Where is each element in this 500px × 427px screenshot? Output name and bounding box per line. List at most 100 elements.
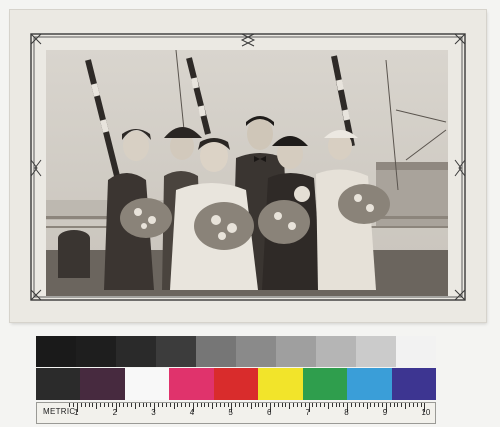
ruler-tick [331, 403, 333, 407]
ruler-tick [254, 403, 256, 407]
ruler-tick [142, 403, 144, 407]
ruler-tick [266, 403, 268, 407]
ruler-tick [73, 403, 75, 407]
color-patch [169, 368, 214, 400]
photograph [46, 50, 448, 296]
ruler-tick [138, 403, 140, 407]
ruler-tick [246, 403, 248, 407]
ruler-tick [215, 403, 217, 407]
ruler-tick [242, 403, 244, 407]
ruler-tick [131, 403, 133, 407]
ruler-tick [273, 403, 275, 407]
ruler-tick [397, 403, 399, 407]
color-patch [80, 368, 125, 400]
ruler-tick [235, 403, 237, 407]
ruler-tick [335, 403, 337, 407]
ruler-tick [84, 403, 86, 407]
ruler-tick [100, 403, 102, 407]
ruler-tick [351, 403, 353, 407]
ruler-tick [343, 403, 345, 407]
ruler-tick [297, 403, 299, 407]
ruler-tick [111, 403, 113, 407]
color-patch [391, 368, 436, 400]
ruler-tick [107, 403, 109, 407]
ruler-tick [393, 403, 395, 407]
ruler-tick [104, 403, 106, 407]
ruler-tick [300, 403, 302, 407]
ruler-tick [374, 403, 376, 407]
ruler-tick [212, 403, 214, 409]
ruler-tick [146, 403, 148, 407]
ruler-tick [320, 403, 322, 407]
ruler-tick [281, 403, 283, 407]
ruler-tick [258, 403, 260, 407]
gray-patch [36, 336, 76, 367]
color-patch [258, 368, 303, 400]
color-patch [213, 368, 259, 400]
ruler-tick [169, 403, 171, 407]
gray-patch [156, 336, 196, 367]
ruler-tick [80, 403, 82, 407]
gray-patch [76, 336, 116, 367]
ruler-tick [412, 403, 414, 407]
ruler-number: 2 [112, 408, 118, 417]
ruler-tick [200, 403, 202, 407]
color-patch [347, 368, 392, 400]
grayscale-patch-row [36, 336, 436, 367]
ruler-tick [161, 403, 163, 407]
ruler-tick [416, 403, 418, 407]
ruler-number: 7 [305, 408, 311, 417]
gray-patch [196, 336, 236, 367]
ruler-tick [165, 403, 167, 407]
color-patch-row [36, 368, 436, 400]
ruler-tick [293, 403, 295, 407]
color-patch [36, 368, 81, 400]
ruler-number: 9 [382, 408, 388, 417]
gray-patch [276, 336, 316, 367]
ruler-tick [223, 403, 225, 407]
ruler-tick [158, 403, 160, 407]
ruler-tick [327, 403, 329, 409]
ruler-tick [324, 403, 326, 407]
ruler-tick [208, 403, 210, 407]
ruler-tick [92, 403, 94, 407]
gray-patch [316, 336, 356, 367]
ruler-tick [181, 403, 183, 407]
ruler-tick [358, 403, 360, 407]
ruler-tick [188, 403, 190, 407]
metric-ruler: METRIC 1 2 3 4 5 6 7 8 9 10 [36, 402, 436, 424]
ruler-tick [381, 403, 383, 407]
ruler-tick [173, 403, 175, 409]
color-patch [124, 368, 170, 400]
ruler-tick [123, 403, 125, 407]
ruler-tick [196, 403, 198, 407]
ruler-tick [366, 403, 368, 409]
ruler-tick [204, 403, 206, 407]
ruler-tick [227, 403, 229, 407]
ruler-tick [150, 403, 152, 407]
ruler-tick [304, 403, 306, 407]
ruler-tick [127, 403, 129, 407]
color-patch [302, 368, 348, 400]
ruler-number: 8 [344, 408, 349, 417]
ruler-number: 10 [421, 408, 431, 417]
ruler-tick [316, 403, 318, 407]
ruler-tick [88, 403, 90, 407]
ruler-tick [401, 403, 403, 407]
ruler-tick [262, 403, 264, 407]
ruler-tick [119, 403, 121, 407]
ruler-tick [219, 403, 221, 407]
gray-patch [236, 336, 276, 367]
ruler-tick [285, 403, 287, 407]
ruler-tick [177, 403, 179, 407]
ruler-tick [277, 403, 279, 407]
ruler-tick [405, 403, 407, 409]
ruler-tick [378, 403, 380, 407]
ruler-tick [420, 403, 422, 407]
ruler-tick [239, 403, 241, 407]
ruler-number: 3 [151, 408, 156, 417]
ruler-tick [339, 403, 341, 407]
ruler-number: 4 [189, 408, 195, 417]
gray-patch [116, 336, 156, 367]
ruler-tick [312, 403, 314, 407]
